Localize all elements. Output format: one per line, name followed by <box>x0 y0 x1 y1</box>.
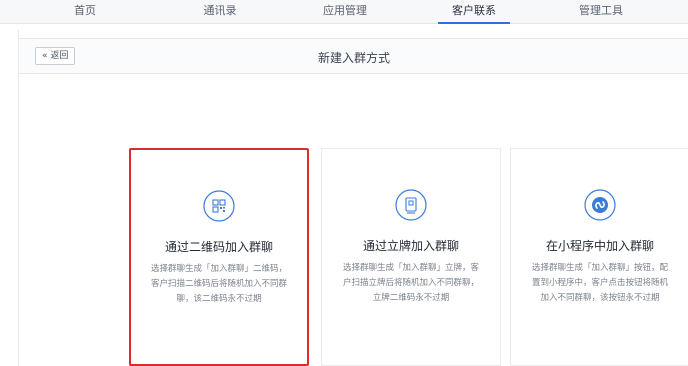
nav-item-customer-contact[interactable]: 客户联系 <box>438 0 510 24</box>
card-description: 选择群聊生成「加入群聊」立牌，客户扫描立牌后将随机加入不同群聊，立牌二维码永不过… <box>342 263 479 303</box>
nav-item-contacts[interactable]: 通讯录 <box>185 0 255 24</box>
nav-item-app-management[interactable]: 应用管理 <box>310 0 380 24</box>
qrcode-icon <box>203 190 235 222</box>
nav-item-label: 通讯录 <box>203 4 237 17</box>
card-title: 在小程序中加入群聊 <box>545 239 654 253</box>
nav-item-label: 首页 <box>74 4 96 17</box>
nav-item-label: 客户联系 <box>452 4 496 17</box>
card-title: 通过立牌加入群聊 <box>362 239 459 253</box>
panel-header: « 返回 新建入群方式 <box>19 38 688 74</box>
miniprogram-icon <box>584 189 616 221</box>
card-description: 选择群聊生成「加入群聊」二维码，客户扫描二维码后将随机加入不同群聊，该二维码永不… <box>150 264 287 304</box>
nav-item-label: 应用管理 <box>323 4 367 17</box>
active-tab-indicator <box>438 22 510 24</box>
main-panel: « 返回 新建入群方式 通过二维码加入群聊 选择群聊生成「加入群聊」二维码，客户… <box>18 30 688 366</box>
page-title: 新建入群方式 <box>317 51 390 65</box>
nav-item-management-tools[interactable]: 管理工具 <box>563 0 639 24</box>
card-miniprogram-join[interactable]: 在小程序中加入群聊 选择群聊生成「加入群聊」按钮，配置到小程序中，客户点击按钮将… <box>510 148 688 366</box>
card-title: 通过二维码加入群聊 <box>164 240 273 254</box>
nav-item-label: 管理工具 <box>579 4 623 17</box>
card-standee-join[interactable]: 通过立牌加入群聊 选择群聊生成「加入群聊」立牌，客户扫描立牌后将随机加入不同群聊… <box>321 148 501 366</box>
top-navigation: 首页 通讯录 应用管理 客户联系 管理工具 <box>0 0 688 24</box>
standee-icon <box>395 189 427 221</box>
card-qrcode-join[interactable]: 通过二维码加入群聊 选择群聊生成「加入群聊」二维码，客户扫描二维码后将随机加入不… <box>129 148 309 366</box>
card-description: 选择群聊生成「加入群聊」按钮，配置到小程序中，客户点击按钮将随机加入不同群聊，该… <box>531 263 668 303</box>
nav-item-home[interactable]: 首页 <box>55 0 115 24</box>
